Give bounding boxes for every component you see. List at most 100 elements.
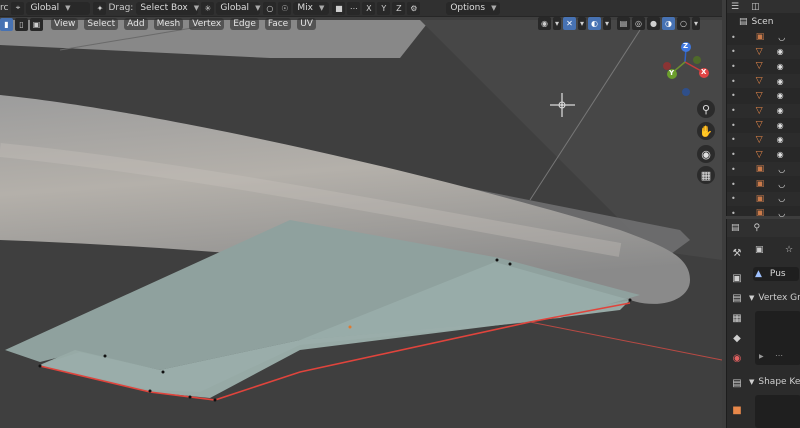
select-mode-dropdown[interactable]: Select Box ▼ bbox=[136, 1, 199, 15]
material-shading-icon[interactable]: ◑ bbox=[662, 17, 675, 30]
chevron-down-icon[interactable]: ▾ bbox=[553, 17, 561, 30]
menu-mesh[interactable]: Mesh bbox=[153, 18, 184, 30]
output-tab-icon[interactable]: ▤ bbox=[727, 289, 747, 307]
expand-dot-icon[interactable]: • bbox=[731, 106, 736, 115]
outliner-row[interactable]: • ▣ ◡ bbox=[727, 30, 800, 44]
chevron-down-icon[interactable]: ▾ bbox=[603, 17, 611, 30]
expand-dot-icon[interactable]: • bbox=[731, 135, 736, 144]
eye-hidden-icon[interactable]: ◡ bbox=[778, 194, 785, 203]
eye-hidden-icon[interactable]: ◡ bbox=[778, 209, 785, 218]
mirror-icon[interactable]: ■ bbox=[332, 1, 346, 15]
rendered-shading-icon[interactable]: ○ bbox=[677, 17, 690, 30]
outliner-row[interactable]: • ▣ ◡ bbox=[727, 191, 800, 206]
chevron-down-icon[interactable]: ▾ bbox=[578, 17, 586, 30]
scene-row[interactable]: ▤ Scen bbox=[727, 15, 800, 29]
eye-icon[interactable]: ◉ bbox=[777, 150, 784, 159]
eye-hidden-icon[interactable]: ◡ bbox=[778, 33, 785, 42]
menu-add[interactable]: Add bbox=[124, 18, 148, 30]
view-layer-tab-icon[interactable]: ▦ bbox=[727, 309, 747, 327]
shape-keys-list[interactable] bbox=[755, 395, 800, 428]
eye-icon[interactable]: ◉ bbox=[777, 121, 784, 130]
visibility-icon[interactable]: ◉ bbox=[538, 17, 551, 30]
outliner-row[interactable]: • ▣ ◡ bbox=[727, 162, 800, 177]
eye-icon[interactable]: ◉ bbox=[777, 91, 784, 100]
outliner-row[interactable]: • ▽ ◉ bbox=[727, 89, 800, 103]
zoom-icon[interactable]: ⚲ bbox=[697, 100, 715, 118]
mirror-settings-icon[interactable]: ⋯ bbox=[347, 1, 361, 15]
outliner-row[interactable]: • ▽ ◉ bbox=[727, 103, 800, 118]
xray-icon[interactable]: ▤ bbox=[617, 17, 630, 30]
face-select-icon[interactable]: ▣ bbox=[30, 17, 43, 31]
outliner-row[interactable]: • ▽ ◉ bbox=[727, 44, 800, 59]
outliner-row[interactable]: • ▽ ◉ bbox=[727, 74, 800, 89]
collection-tab-icon[interactable]: ▤ bbox=[727, 374, 747, 392]
options-dropdown[interactable]: Options ▼ bbox=[446, 1, 501, 15]
outliner-row[interactable]: • ▽ ◉ bbox=[727, 59, 800, 73]
wrench-icon[interactable]: ⚙ bbox=[407, 1, 421, 15]
expand-dot-icon[interactable]: • bbox=[731, 180, 736, 189]
eye-hidden-icon[interactable]: ◡ bbox=[778, 180, 785, 189]
expand-dot-icon[interactable]: • bbox=[731, 62, 736, 71]
overlay-toggle-icon[interactable]: ◐ bbox=[588, 17, 601, 30]
outliner-row[interactable]: • ▣ ◡ bbox=[727, 177, 800, 191]
solid-shading-icon[interactable]: ● bbox=[647, 17, 660, 30]
world-tab-icon[interactable]: ◉ bbox=[727, 349, 747, 367]
orientation-dropdown[interactable]: Global ▼ bbox=[26, 1, 91, 15]
menu-view[interactable]: View bbox=[51, 18, 79, 30]
outliner-row[interactable]: • ▽ ◉ bbox=[727, 118, 800, 132]
scene-tab-icon[interactable]: ◆ bbox=[727, 329, 747, 347]
object-name-field[interactable]: ▲ Pus bbox=[753, 267, 799, 281]
gizmo-toggle-icon[interactable]: ✕ bbox=[563, 17, 576, 30]
eye-icon[interactable]: ◉ bbox=[777, 106, 784, 115]
axis-x-toggle[interactable]: X bbox=[362, 1, 376, 15]
expand-dot-icon[interactable]: • bbox=[731, 194, 736, 203]
pivot-dropdown[interactable]: Global ▼ bbox=[216, 1, 260, 15]
vertex-select-icon[interactable]: ▮ bbox=[0, 17, 13, 31]
menu-edge[interactable]: Edge bbox=[230, 18, 259, 30]
search-icon[interactable]: ⚲ bbox=[754, 223, 761, 233]
chevron-down-icon[interactable]: ▾ bbox=[692, 17, 700, 30]
outliner-row[interactable]: • ▽ ◉ bbox=[727, 132, 800, 147]
expand-dot-icon[interactable]: • bbox=[731, 209, 736, 218]
shape-keys-header[interactable]: ▼ Shape Ke bbox=[749, 375, 800, 389]
viewport-scene[interactable] bbox=[0, 0, 722, 428]
menu-vertex[interactable]: Vertex bbox=[189, 18, 225, 30]
eye-icon[interactable]: ◉ bbox=[777, 47, 784, 56]
pin-icon[interactable]: ▣ bbox=[755, 245, 764, 255]
eye-icon[interactable]: ◉ bbox=[777, 62, 784, 71]
snap-icon[interactable]: ○ bbox=[263, 1, 277, 15]
more-icon[interactable]: ⋯ bbox=[775, 351, 783, 360]
editor-type-icon[interactable]: ▤ bbox=[731, 223, 740, 233]
expand-dot-icon[interactable]: • bbox=[731, 47, 736, 56]
expand-dot-icon[interactable]: • bbox=[731, 165, 736, 174]
axis-z-toggle[interactable]: Z bbox=[392, 1, 406, 15]
pin-toggle-icon[interactable]: ☆ bbox=[785, 245, 793, 255]
menu-select[interactable]: Select bbox=[84, 18, 119, 30]
outliner-row[interactable]: • ▽ ◉ bbox=[727, 148, 800, 162]
eye-hidden-icon[interactable]: ◡ bbox=[778, 165, 785, 174]
edge-select-icon[interactable]: ▯ bbox=[15, 17, 28, 31]
expand-dot-icon[interactable]: • bbox=[731, 121, 736, 130]
vertex-groups-header[interactable]: ▼ Vertex Gr bbox=[749, 291, 800, 305]
filter-icon[interactable]: ◫ bbox=[751, 2, 760, 12]
eye-icon[interactable]: ◉ bbox=[777, 135, 784, 144]
wireframe-shading-icon[interactable]: ◎ bbox=[632, 17, 645, 30]
vertex-groups-list[interactable]: ▶ ⋯ bbox=[755, 311, 800, 365]
expand-dot-icon[interactable]: • bbox=[731, 33, 736, 42]
expand-dot-icon[interactable]: • bbox=[731, 150, 736, 159]
perspective-grid-icon[interactable]: ▦ bbox=[697, 166, 715, 184]
object-tab-icon[interactable]: ■ bbox=[727, 401, 747, 419]
expand-dot-icon[interactable]: • bbox=[731, 77, 736, 86]
menu-face[interactable]: Face bbox=[264, 18, 292, 30]
expand-dot-icon[interactable]: • bbox=[731, 91, 736, 100]
editor-type-icon[interactable]: ☰ bbox=[731, 2, 739, 12]
render-tab-icon[interactable]: ▣ bbox=[727, 269, 747, 287]
3d-viewport[interactable]: Z X Y ⚲ ✋ ◉ ▦ rc ⌖ Global ▼ ✦ Drag: Selec… bbox=[0, 0, 722, 428]
tool-tab-icon[interactable]: ⚒ bbox=[727, 244, 747, 262]
resize-handle-icon[interactable]: ▶ bbox=[759, 353, 764, 360]
eye-icon[interactable]: ◉ bbox=[777, 77, 784, 86]
menu-uv[interactable]: UV bbox=[297, 18, 316, 30]
proportional-edit-icon[interactable]: ☉ bbox=[278, 1, 292, 15]
axis-y-toggle[interactable]: Y bbox=[377, 1, 391, 15]
proportional-dropdown[interactable]: Mix ▼ bbox=[293, 1, 330, 15]
